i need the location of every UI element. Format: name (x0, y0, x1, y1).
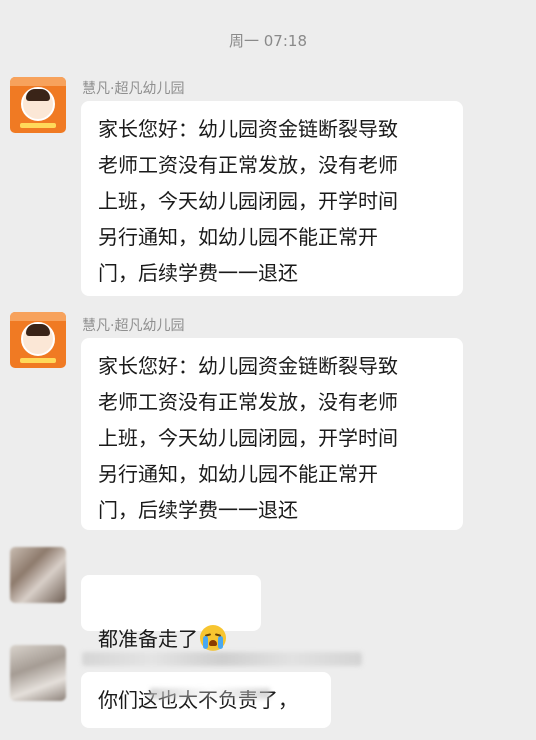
crying-face-icon (200, 625, 226, 651)
sender-avatar-blurred[interactable] (10, 547, 66, 603)
message-bubble[interactable]: 家长您好：幼儿园资金链断裂导致 老师工资没有正常发放，没有老师 上班，今天幼儿园… (81, 338, 463, 530)
avatar-badge (20, 123, 56, 128)
message-text: 都准备走了 (98, 627, 198, 651)
message-bubble[interactable]: 你们这也太不负责了， (81, 672, 331, 728)
message-bubble[interactable]: 都准备走了 (81, 575, 261, 651)
message-bubble[interactable]: 家长您好：幼儿园资金链断裂导致 老师工资没有正常发放，没有老师 上班，今天幼儿园… (81, 101, 463, 296)
sender-name: 慧凡·超凡幼儿园 (82, 81, 185, 97)
sender-name: 慧凡·超凡幼儿园 (82, 318, 185, 334)
sender-name-blurred (82, 652, 362, 666)
sender-avatar[interactable] (10, 77, 66, 133)
sender-avatar-blurred[interactable] (10, 645, 66, 701)
avatar-hair (26, 89, 50, 101)
avatar-banner (10, 312, 66, 321)
avatar-hair (26, 324, 50, 336)
avatar-banner (10, 77, 66, 86)
sender-avatar[interactable] (10, 312, 66, 368)
chat-timestamp: 周一 07:18 (229, 32, 307, 50)
avatar-badge (20, 358, 56, 363)
mosaic-overlay (150, 688, 270, 699)
